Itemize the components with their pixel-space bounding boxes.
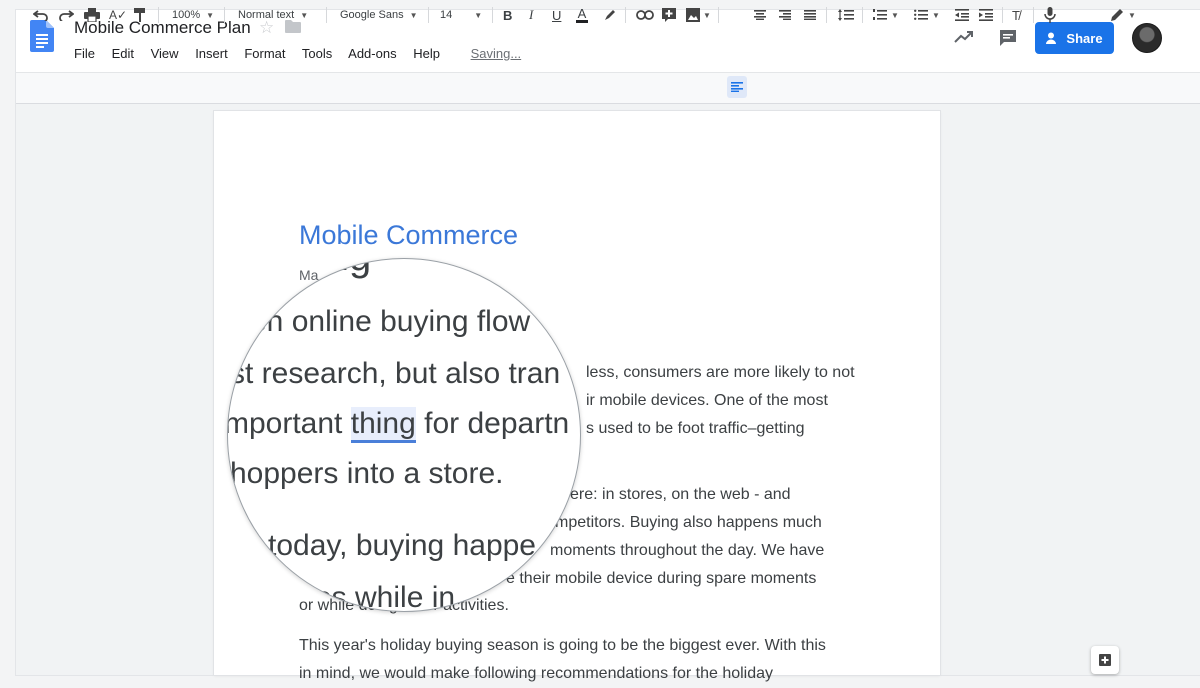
- edit-mode-icon[interactable]: ▼: [1110, 0, 1136, 30]
- magnifier-lens: orning en online buying flow st research…: [227, 258, 581, 612]
- toolbar-divider: [428, 7, 429, 23]
- text-color-icon[interactable]: A: [576, 0, 588, 30]
- zoom-value: 100%: [172, 9, 201, 21]
- align-right-icon[interactable]: [779, 0, 791, 30]
- spellcheck-icon[interactable]: A✓: [109, 0, 127, 30]
- selected-word: thing: [350, 407, 416, 443]
- paragraph-line: ir mobile devices. One of the most: [586, 392, 828, 409]
- undo-icon[interactable]: [33, 0, 49, 30]
- toolbar: [16, 72, 1200, 104]
- style-select[interactable]: Normal text ▼: [238, 0, 308, 30]
- toolbar-divider: [492, 7, 493, 23]
- share-label: Share: [1066, 30, 1103, 46]
- paragraph-line: This year's holiday buying season is goi…: [299, 637, 826, 654]
- paragraph-line: mpetitors. Buying also happens much: [555, 514, 822, 531]
- bulleted-list-icon[interactable]: ▼: [914, 0, 940, 30]
- toolbar-divider: [1033, 7, 1034, 23]
- menu-view[interactable]: View: [151, 46, 179, 61]
- text-color-letter: A: [577, 6, 587, 21]
- toolbar-divider: [158, 7, 159, 23]
- menu-format[interactable]: Format: [244, 46, 285, 61]
- style-value: Normal text: [238, 9, 295, 21]
- magnified-text: for departn: [415, 407, 570, 440]
- menu-file[interactable]: File: [74, 46, 95, 61]
- menu-edit[interactable]: Edit: [112, 46, 134, 61]
- voice-input-icon[interactable]: [1044, 0, 1056, 30]
- saving-status[interactable]: Saving...: [471, 46, 522, 61]
- justify-icon[interactable]: [804, 0, 816, 30]
- toolbar-divider: [625, 7, 626, 23]
- print-icon[interactable]: [84, 0, 100, 30]
- menu-insert[interactable]: Insert: [195, 46, 228, 61]
- zoom-select[interactable]: 100% ▼: [172, 0, 214, 30]
- paragraph-line: in mind, we would make following recomme…: [299, 665, 774, 682]
- decrease-indent-icon[interactable]: [955, 0, 969, 30]
- toolbar-divider: [326, 7, 327, 23]
- align-left-icon[interactable]: [727, 76, 747, 98]
- paint-format-icon[interactable]: [134, 0, 146, 30]
- link-icon[interactable]: [636, 0, 654, 30]
- magnified-line: en online buying flow: [250, 305, 531, 338]
- magnified-line: mportant thing for departn: [227, 407, 570, 443]
- paragraph-line: s used to be foot traffic–getting: [586, 420, 805, 437]
- menu-help[interactable]: Help: [413, 46, 440, 61]
- add-side-icon[interactable]: [1091, 646, 1119, 674]
- magnified-line: hoppers into a store.: [230, 457, 504, 490]
- menu-add-ons[interactable]: Add-ons: [348, 46, 396, 61]
- italic-button[interactable]: I: [529, 0, 533, 30]
- redo-icon[interactable]: [58, 0, 74, 30]
- menu-bar: File Edit View Insert Format Tools Add-o…: [74, 46, 534, 61]
- toolbar-divider: [1002, 7, 1003, 23]
- comment-icon[interactable]: [998, 28, 1018, 53]
- font-select[interactable]: Google Sans ▼: [340, 0, 418, 30]
- trending-icon[interactable]: [954, 30, 974, 49]
- magnified-line: today, buying happe: [268, 529, 536, 562]
- people-icon: [1046, 32, 1057, 44]
- toolbar-divider: [826, 7, 827, 23]
- paragraph-line: moments throughout the day. We have: [550, 542, 825, 559]
- add-comment-icon[interactable]: [662, 0, 676, 30]
- underline-button[interactable]: U: [552, 0, 561, 30]
- paragraph-line: less, consumers are more likely to not: [586, 364, 855, 381]
- image-icon[interactable]: ▼: [686, 0, 711, 30]
- increase-indent-icon[interactable]: [979, 0, 993, 30]
- magnified-line: orning: [260, 259, 371, 280]
- font-size-select[interactable]: 14 ▼: [440, 0, 482, 30]
- font-size-value: 14: [440, 9, 453, 21]
- align-center-icon[interactable]: [754, 0, 766, 30]
- highlight-icon[interactable]: [603, 0, 617, 30]
- document-heading: Mobile Commerce: [299, 220, 519, 250]
- paragraph-line: e their mobile device during spare momen…: [506, 570, 817, 587]
- menu-tools[interactable]: Tools: [302, 46, 332, 61]
- line-spacing-icon[interactable]: [838, 0, 854, 30]
- toolbar-divider: [862, 7, 863, 23]
- clear-formatting-icon[interactable]: T̸: [1012, 0, 1020, 30]
- magnified-line: st research, but also tran: [230, 357, 561, 390]
- avatar[interactable]: [1132, 23, 1162, 53]
- paragraph-line: ere: in stores, on the web - and: [570, 486, 791, 503]
- toolbar-divider: [718, 7, 719, 23]
- bold-button[interactable]: B: [503, 0, 512, 30]
- font-value: Google Sans: [340, 9, 404, 21]
- numbered-list-icon[interactable]: ▼: [873, 0, 899, 30]
- toolbar-divider: [224, 7, 225, 23]
- magnified-line: ces while in: [300, 581, 456, 612]
- magnified-text: mportant: [227, 407, 351, 440]
